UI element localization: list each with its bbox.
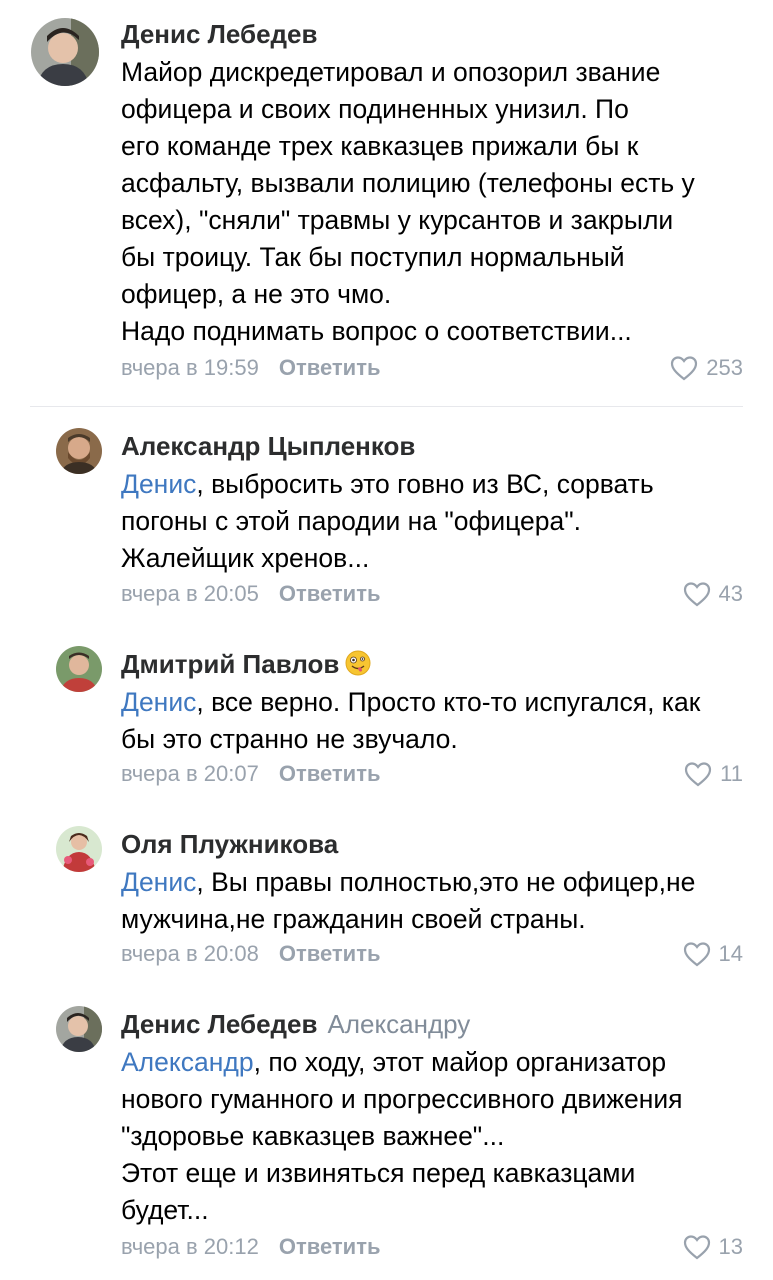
like-button[interactable]: 13: [683, 1233, 743, 1261]
reply-button[interactable]: Ответить: [279, 355, 381, 380]
comment-text: Денис, выбросить это говно из ВС, сорват…: [121, 466, 751, 577]
author-name[interactable]: Денис Лебедев: [121, 1009, 318, 1039]
avatar[interactable]: [56, 428, 102, 474]
zany-face-emoji: [345, 650, 371, 676]
comment-author-line: Денис Лебедев: [121, 18, 318, 50]
avatar-photo-icon: [56, 826, 102, 872]
comment-text: Денис, все верно. Просто кто-то испугалс…: [121, 684, 751, 758]
like-button[interactable]: 253: [670, 354, 743, 382]
heart-outline-icon: [685, 762, 712, 787]
avatar-photo-icon: [56, 428, 102, 474]
text-line: офицер, а не это чмо.: [121, 279, 392, 309]
comment-meta: вчера в 20:05 Ответить: [121, 580, 381, 608]
text-line: его команде трех кавказцев прижали бы к: [121, 131, 639, 161]
comment-author-line: Оля Плужникова: [121, 828, 338, 860]
text-segment: , Вы правы полностью,это не офицер,не: [196, 867, 696, 897]
heart-outline-icon: [683, 582, 710, 607]
text-segment: , по ходу, этот майор организатор: [253, 1047, 667, 1077]
avatar[interactable]: [31, 18, 99, 86]
like-button[interactable]: 43: [683, 580, 743, 608]
text-line: Александр, по ходу, этот майор организат…: [121, 1044, 751, 1081]
comment-text: Майор дискредетировал и опозорил звание …: [121, 54, 751, 350]
comment-meta: вчера в 20:08 Ответить: [121, 940, 381, 968]
like-count: 253: [706, 355, 743, 380]
heart-outline-icon: [683, 1235, 710, 1260]
author-name[interactable]: Денис Лебедев: [121, 19, 318, 49]
text-line: Денис, выбросить это говно из ВС, сорват…: [121, 466, 751, 503]
avatar[interactable]: [56, 646, 102, 692]
reply-button[interactable]: Ответить: [279, 581, 381, 606]
like-button[interactable]: 14: [683, 940, 743, 968]
like-count: 13: [718, 1234, 743, 1259]
text-line: нового гуманного и прогрессивного движен…: [121, 1084, 683, 1114]
avatar-photo-icon: [31, 18, 99, 86]
like-count: 11: [720, 761, 743, 786]
timestamp: вчера в 20:05: [121, 581, 259, 606]
heart-outline-icon: [671, 356, 698, 381]
timestamp: вчера в 20:08: [121, 941, 259, 966]
text-line: "здоровье кавказцев важнее"...: [121, 1121, 505, 1151]
comment-meta: вчера в 19:59 Ответить: [121, 354, 381, 382]
timestamp: вчера в 19:59: [121, 355, 259, 380]
divider: [30, 406, 743, 407]
text-line: Жалейщик хренов...: [121, 543, 370, 573]
text-line: Этот еще и извиняться перед кавказцами: [121, 1158, 636, 1188]
avatar-photo-icon: [56, 646, 102, 692]
timestamp: вчера в 20:07: [121, 761, 259, 786]
comment-meta: вчера в 20:07 Ответить: [121, 760, 381, 788]
like-count: 43: [718, 581, 743, 606]
comment-meta: вчера в 20:12 Ответить: [121, 1233, 381, 1261]
timestamp: вчера в 20:12: [121, 1234, 259, 1259]
reply-button[interactable]: Ответить: [279, 941, 381, 966]
comment-author-line: Александр Цыпленков: [121, 430, 415, 462]
avatar[interactable]: [56, 826, 102, 872]
text-line: Майор дискредетировал и опозорил звание: [121, 57, 661, 87]
reply-to-name[interactable]: Александру: [328, 1009, 471, 1039]
comment-author-line: Денис Лебедев Александру: [121, 1008, 470, 1040]
text-line: Денис, все верно. Просто кто-то испугалс…: [121, 684, 751, 721]
mention-link[interactable]: Денис: [121, 469, 196, 499]
mention-link[interactable]: Александр: [121, 1047, 254, 1077]
author-name[interactable]: Оля Плужникова: [121, 829, 338, 859]
heart-outline-icon: [683, 942, 710, 967]
text-line: Денис, Вы правы полностью,это не офицер,…: [121, 864, 751, 901]
text-line: мужчина,не гражданин своей страны.: [121, 904, 586, 934]
text-segment: , все верно. Просто кто-то испугался, ка…: [196, 687, 701, 717]
author-name[interactable]: Александр Цыпленков: [121, 431, 415, 461]
text-line: Надо поднимать вопрос о соответствии...: [121, 316, 632, 346]
like-count: 14: [718, 941, 743, 966]
comment-text: Александр, по ходу, этот майор организат…: [121, 1044, 751, 1229]
text-line: бы это странно не звучало.: [121, 724, 458, 754]
avatar[interactable]: [56, 1006, 102, 1052]
mention-link[interactable]: Денис: [121, 867, 196, 897]
text-line: будет...: [121, 1195, 209, 1225]
reply-button[interactable]: Ответить: [279, 761, 381, 786]
reply-button[interactable]: Ответить: [279, 1234, 381, 1259]
like-button[interactable]: 11: [684, 760, 743, 788]
author-name[interactable]: Дмитрий Павлов: [121, 649, 339, 679]
text-segment: , выбросить это говно из ВС, сорвать: [196, 469, 654, 499]
text-line: офицера и своих подиненных унизил. По: [121, 94, 629, 124]
text-line: погоны с этой пародии на "офицера".: [121, 506, 582, 536]
text-line: всех), "сняли" травмы у курсантов и закр…: [121, 205, 674, 235]
comment-text: Денис, Вы правы полностью,это не офицер,…: [121, 864, 751, 938]
mention-link[interactable]: Денис: [121, 687, 196, 717]
comment-author-line: Дмитрий Павлов: [121, 648, 371, 680]
text-line: бы троицу. Так бы поступил нормальный: [121, 242, 625, 272]
avatar-photo-icon: [56, 1006, 102, 1052]
text-line: асфальту, вызвали полицию (телефоны есть…: [121, 168, 695, 198]
